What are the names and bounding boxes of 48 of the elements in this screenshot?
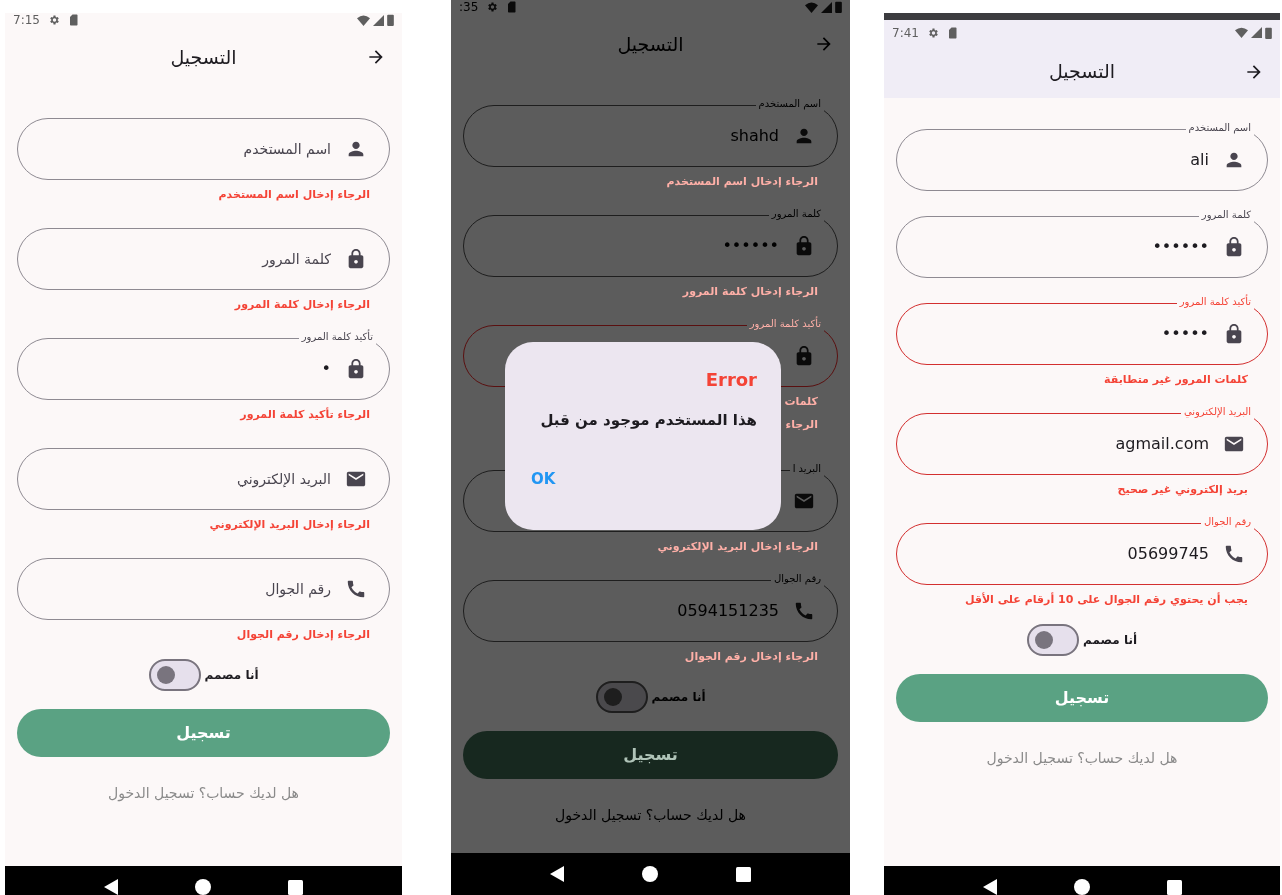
status-time: 7:15 <box>13 14 40 26</box>
switch-label: أنا مصمم <box>651 688 706 706</box>
field-value: •••••• <box>1152 236 1209 258</box>
error-message: الرجاء إدخال كلمة المرور <box>682 284 818 300</box>
field-label: كلمة المرور <box>262 249 331 270</box>
field-value: 0594151235 <box>677 600 779 622</box>
error-message: الرجاء إدخال كلمة المرور <box>234 297 370 313</box>
switch-label: أنا مصمم <box>204 666 259 684</box>
dialog-message: هذا المستخدم موجود من قبل <box>540 410 757 431</box>
error-message: الرجاء <box>785 417 818 433</box>
floating-label: تأكيد كلمة المرور <box>746 317 824 331</box>
field-value: • <box>321 358 331 380</box>
field-value: ••••• <box>1161 323 1209 345</box>
error-message: كلمات المرور غير متطابقة <box>1104 372 1248 388</box>
field-value: agmail.com <box>1115 433 1209 455</box>
screen-title: التسجيل <box>170 44 237 70</box>
error-message: بريد إلكتروني غير صحيح <box>1117 482 1248 498</box>
error-message: الرجاء إدخال البريد الإلكتروني <box>657 539 818 555</box>
error-message: الرجاء إدخال اسم المستخدم <box>666 174 818 190</box>
error-message: يجب أن يحتوي رقم الجوال على 10 أرقام على الأقل <box>964 591 1248 608</box>
error-message: الرجاء تأكيد كلمة المرور <box>240 406 370 423</box>
floating-label: اسم المستخدم <box>1185 121 1254 135</box>
error-message: الرجاء إدخال اسم المستخدم <box>218 187 370 203</box>
floating-label: اسم المستخدم <box>755 97 824 111</box>
error-message: الرجاء إدخال رقم الجوال <box>236 627 370 643</box>
field-value: ali <box>1190 149 1209 171</box>
dialog-title: Error <box>705 368 757 392</box>
field-value: 05699745 <box>1127 543 1209 565</box>
error-message: كلمات <box>784 394 818 410</box>
screen-title: التسجيل <box>1048 59 1116 85</box>
field-label: البريد الإلكتروني <box>237 469 331 490</box>
status-time: :35 <box>459 1 479 13</box>
error-message: الرجاء إدخال رقم الجوال <box>684 649 818 665</box>
floating-label: كلمة المرور <box>768 207 824 221</box>
floating-label: البريد الإلكتروني <box>1180 405 1254 419</box>
switch-label: أنا مصمم <box>1083 631 1137 649</box>
floating-label: تأكيد كلمة المرور <box>298 330 376 344</box>
floating-label: كلمة المرور <box>1198 208 1254 222</box>
screen-title: التسجيل <box>617 31 684 57</box>
error-message: الرجاء إدخال البريد الإلكتروني <box>209 517 370 533</box>
floating-label: رقم الجوال <box>771 572 824 586</box>
field-value: •••••• <box>722 235 779 257</box>
status-time: 7:41 <box>892 26 919 39</box>
field-label: رقم الجوال <box>265 579 331 600</box>
field-label: اسم المستخدم <box>243 139 331 160</box>
floating-label: رقم الجوال <box>1201 515 1254 529</box>
field-value: shahd <box>730 125 779 147</box>
floating-label: تأكيد كلمة المرور <box>1176 295 1254 309</box>
